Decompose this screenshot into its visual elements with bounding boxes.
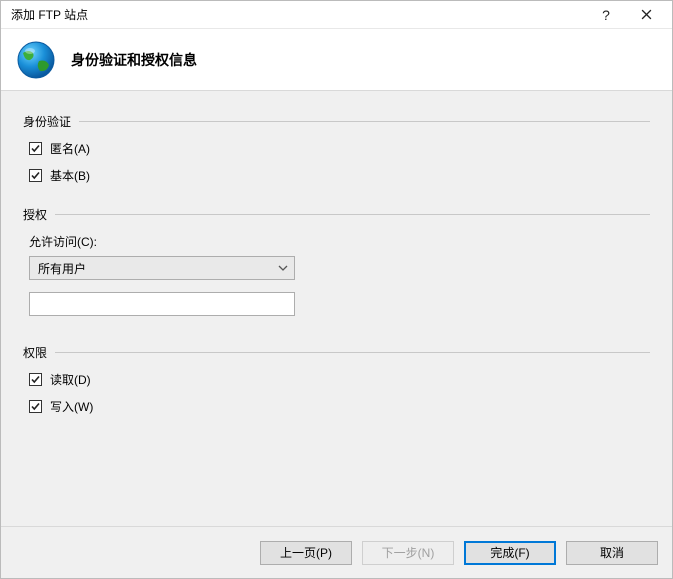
authentication-group-label: 身份验证 xyxy=(23,113,650,130)
next-button: 下一步(N) xyxy=(362,541,454,565)
window-title: 添加 FTP 站点 xyxy=(11,6,586,23)
group-label-text: 身份验证 xyxy=(23,113,71,130)
write-checkbox-row[interactable]: 写入(W) xyxy=(29,398,650,415)
specific-users-input[interactable] xyxy=(29,292,295,316)
basic-checkbox-row[interactable]: 基本(B) xyxy=(29,167,650,184)
close-button[interactable] xyxy=(626,2,666,28)
anonymous-checkbox-row[interactable]: 匿名(A) xyxy=(29,140,650,157)
checkbox-checked-icon xyxy=(29,400,42,413)
button-label: 完成(F) xyxy=(490,544,529,561)
anonymous-label: 匿名(A) xyxy=(50,140,90,157)
chevron-down-icon xyxy=(278,265,288,271)
permissions-group-label: 权限 xyxy=(23,344,650,361)
checkbox-checked-icon xyxy=(29,373,42,386)
write-label: 写入(W) xyxy=(50,398,93,415)
allow-access-dropdown[interactable]: 所有用户 xyxy=(29,256,295,280)
basic-label: 基本(B) xyxy=(50,167,90,184)
read-checkbox-row[interactable]: 读取(D) xyxy=(29,371,650,388)
allow-access-label: 允许访问(C): xyxy=(29,233,650,250)
previous-button[interactable]: 上一页(P) xyxy=(260,541,352,565)
close-icon xyxy=(641,9,652,20)
globe-icon xyxy=(15,39,57,81)
wizard-content: 身份验证 匿名(A) 基本(B) 授权 允许访问(C): 所有用户 xyxy=(1,91,672,526)
permissions-group: 权限 读取(D) 写入(W) xyxy=(23,344,650,415)
group-label-text: 权限 xyxy=(23,344,47,361)
group-divider xyxy=(55,352,650,353)
button-label: 下一步(N) xyxy=(382,544,435,561)
page-heading: 身份验证和授权信息 xyxy=(71,50,197,70)
authorization-group-label: 授权 xyxy=(23,206,650,223)
authentication-group: 身份验证 匿名(A) 基本(B) xyxy=(23,113,650,184)
button-label: 上一页(P) xyxy=(280,544,332,561)
group-label-text: 授权 xyxy=(23,206,47,223)
finish-button[interactable]: 完成(F) xyxy=(464,541,556,565)
cancel-button[interactable]: 取消 xyxy=(566,541,658,565)
help-button[interactable]: ? xyxy=(586,2,626,28)
checkbox-checked-icon xyxy=(29,169,42,182)
wizard-header: 身份验证和授权信息 xyxy=(1,29,672,91)
dropdown-selected-value: 所有用户 xyxy=(38,260,86,277)
group-divider xyxy=(55,214,650,215)
checkbox-checked-icon xyxy=(29,142,42,155)
button-label: 取消 xyxy=(600,544,624,561)
wizard-button-bar: 上一页(P) 下一步(N) 完成(F) 取消 xyxy=(1,526,672,578)
read-label: 读取(D) xyxy=(50,371,91,388)
authorization-group: 授权 允许访问(C): 所有用户 xyxy=(23,206,650,322)
titlebar: 添加 FTP 站点 ? xyxy=(1,1,672,29)
group-divider xyxy=(79,121,650,122)
